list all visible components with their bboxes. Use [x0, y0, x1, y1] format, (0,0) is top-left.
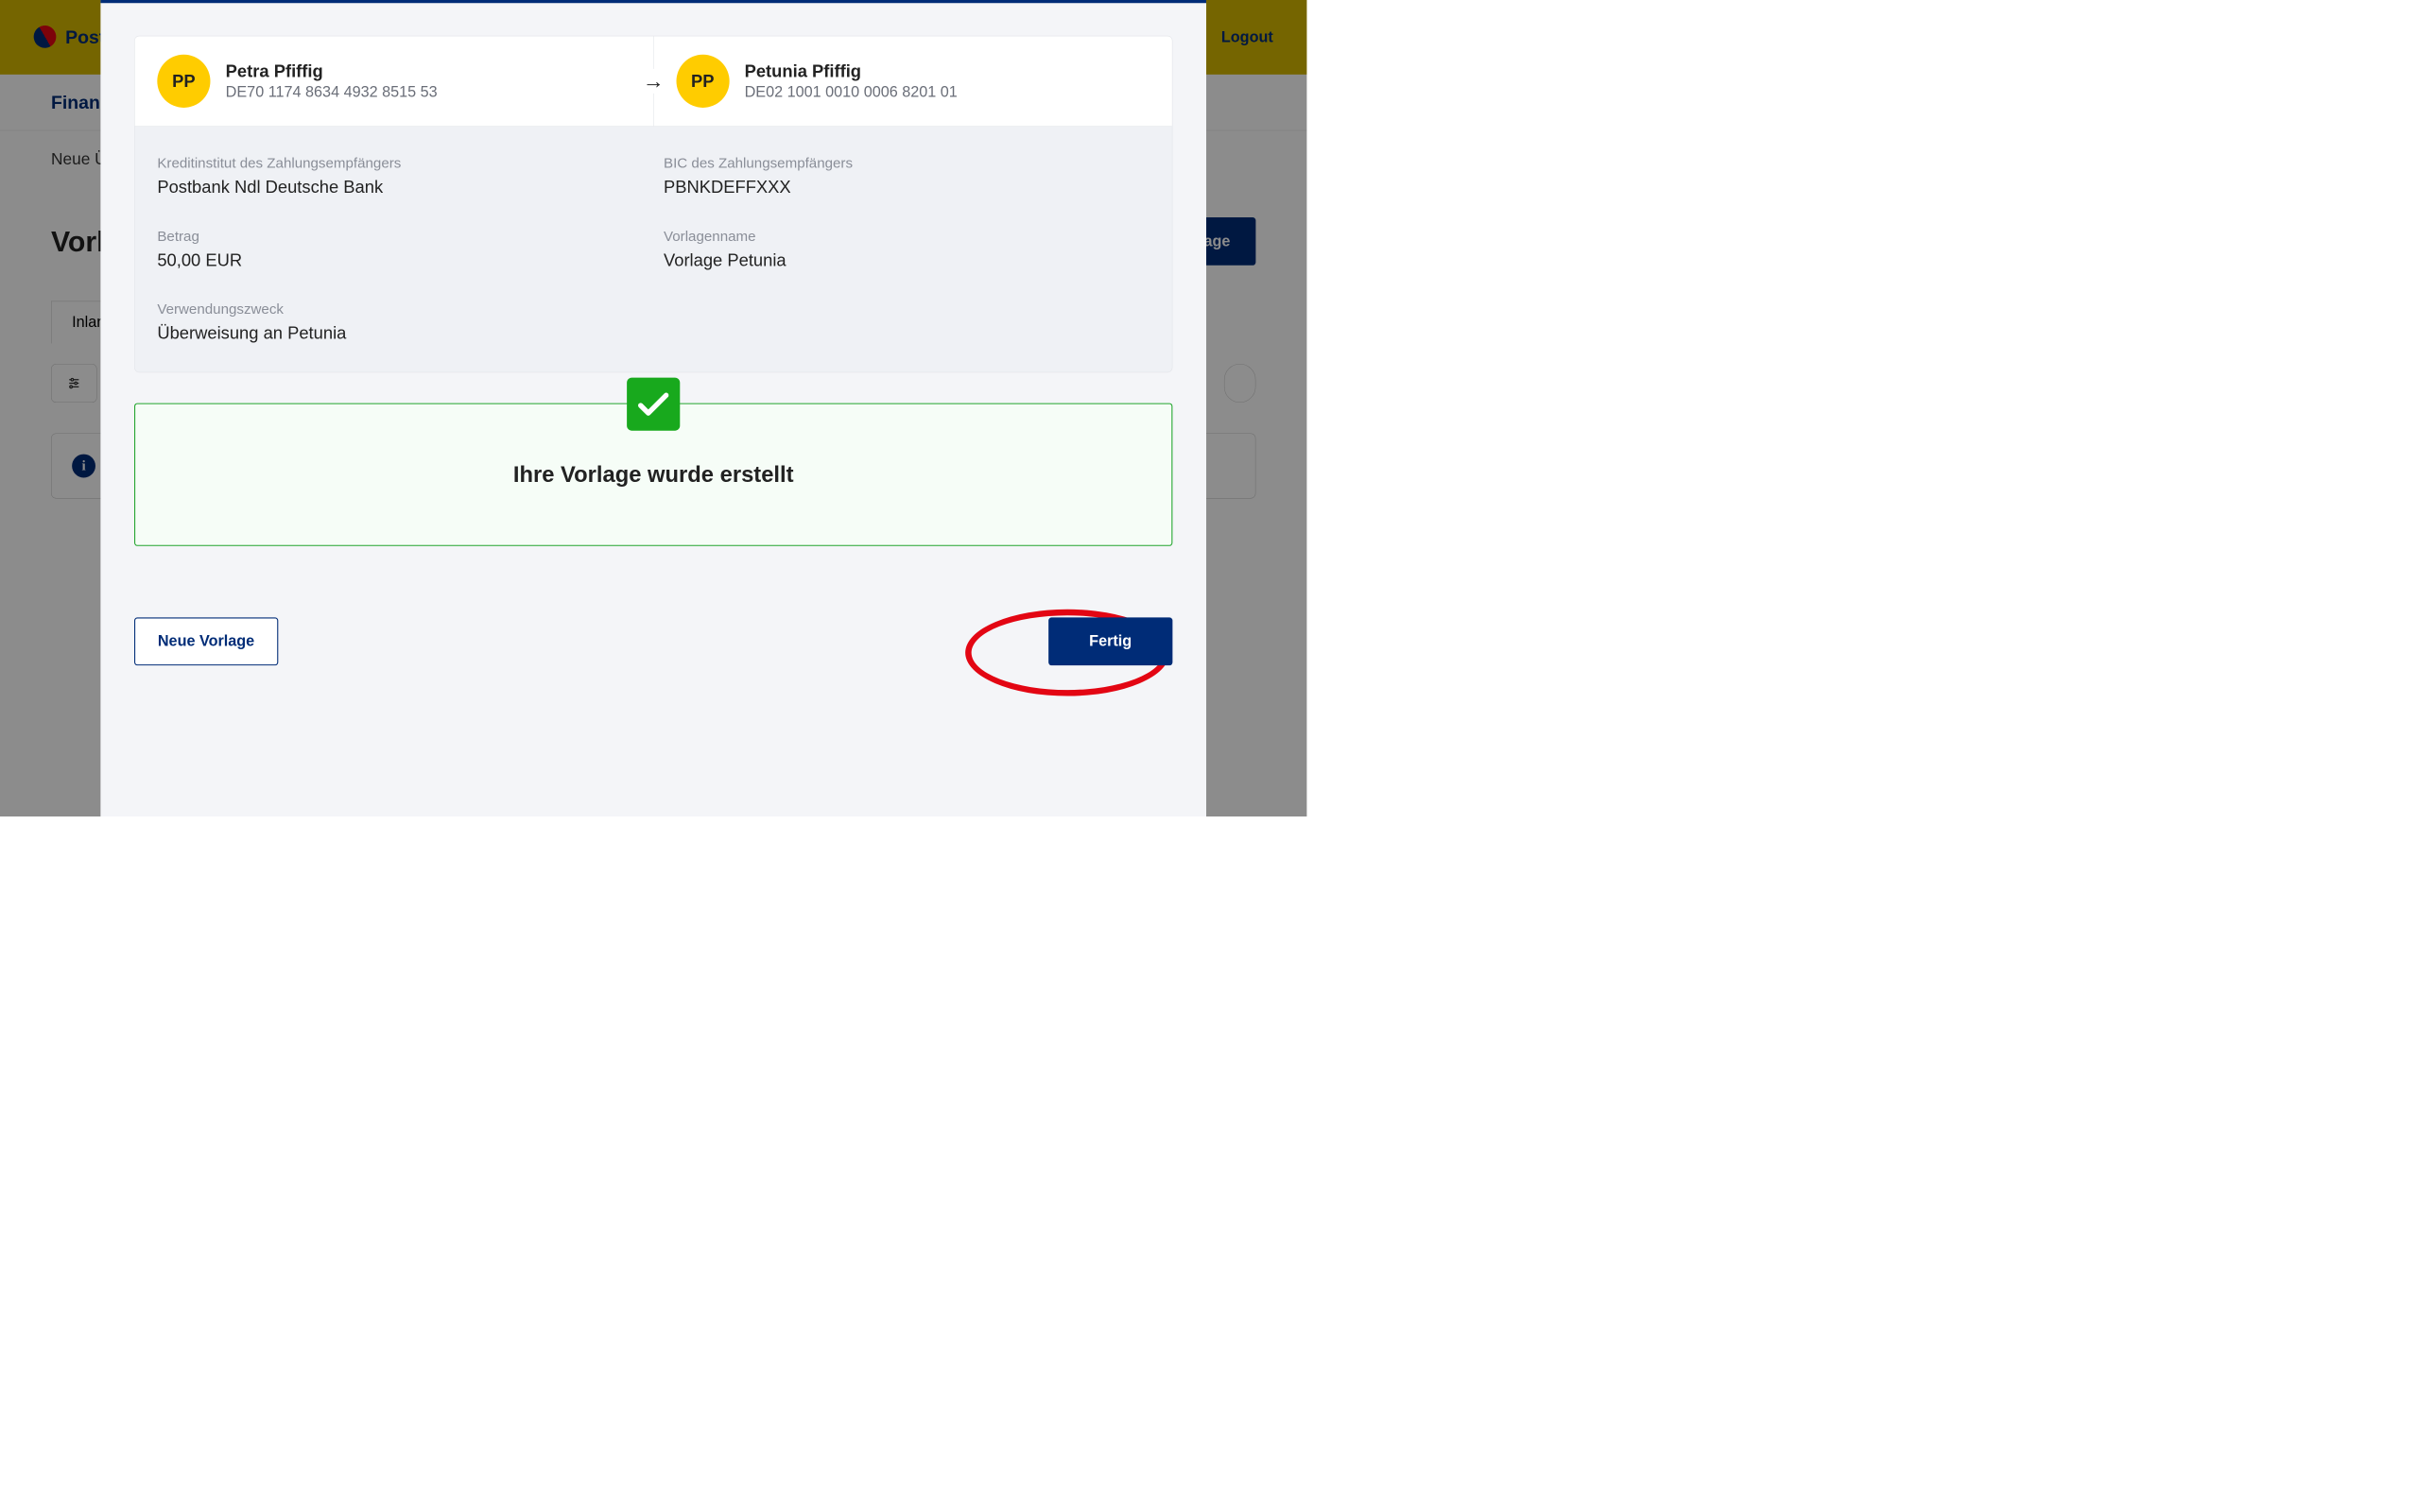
arrow-right-icon: →	[637, 69, 668, 94]
success-banner: Ihre Vorlage wurde erstellt	[134, 404, 1172, 546]
checkmark-icon	[627, 378, 680, 431]
recipient-avatar: PP	[676, 55, 729, 108]
sender-iban: DE70 1174 8634 4932 8515 53	[226, 83, 438, 100]
new-template-button[interactable]: Neue Vorlage	[134, 617, 278, 665]
done-button[interactable]: Fertig	[1048, 617, 1172, 665]
bic-label: BIC des Zahlungsempfängers	[664, 155, 1150, 171]
recipient-iban: DE02 1001 0010 0006 8201 01	[745, 83, 958, 100]
success-message: Ihre Vorlage wurde erstellt	[513, 462, 794, 488]
bank-value: Postbank Ndl Deutsche Bank	[157, 178, 643, 198]
detail-template-name: Vorlagenname Vorlage Petunia	[664, 228, 1150, 270]
template-name-label: Vorlagenname	[664, 228, 1150, 244]
sender-block: PP Petra Pfiffig DE70 1174 8634 4932 851…	[135, 36, 654, 126]
recipient-block: PP Petunia Pfiffig DE02 1001 0010 0006 8…	[653, 36, 1171, 126]
template-name-value: Vorlage Petunia	[664, 250, 1150, 270]
bank-label: Kreditinstitut des Zahlungsempfängers	[157, 155, 643, 171]
detail-bic: BIC des Zahlungsempfängers PBNKDEFFXXX	[664, 155, 1150, 198]
amount-label: Betrag	[157, 228, 643, 244]
sender-avatar: PP	[157, 55, 210, 108]
detail-amount: Betrag 50,00 EUR	[157, 228, 643, 270]
amount-value: 50,00 EUR	[157, 250, 643, 270]
summary-card: PP Petra Pfiffig DE70 1174 8634 4932 851…	[134, 36, 1172, 372]
detail-bank: Kreditinstitut des Zahlungsempfängers Po…	[157, 155, 643, 198]
detail-purpose: Verwendungszweck Überweisung an Petunia	[157, 301, 1150, 344]
bic-value: PBNKDEFFXXX	[664, 178, 1150, 198]
recipient-name: Petunia Pfiffig	[745, 61, 958, 81]
purpose-label: Verwendungszweck	[157, 301, 1150, 318]
sender-name: Petra Pfiffig	[226, 61, 438, 81]
purpose-value: Überweisung an Petunia	[157, 323, 1150, 343]
template-created-modal: PP Petra Pfiffig DE70 1174 8634 4932 851…	[100, 0, 1206, 816]
